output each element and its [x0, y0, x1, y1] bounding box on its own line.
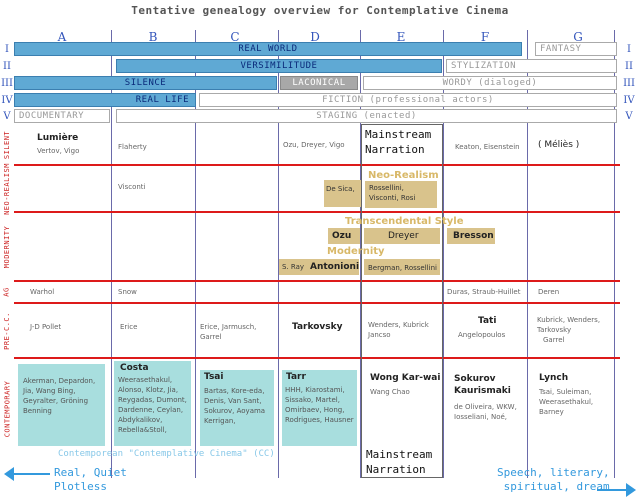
- band-silence: SILENCE: [14, 76, 277, 90]
- director-tarr: Tarr: [286, 372, 306, 382]
- director-erice: Erice: [120, 323, 138, 331]
- director-wenders-kubrick-jancso: Wenders, Kubrick Jancso: [368, 321, 429, 339]
- row-numeral-right: III: [623, 78, 635, 89]
- row-numeral-left: II: [3, 61, 11, 72]
- period-divider: [14, 164, 620, 166]
- mainstream-label-top: Mainstream Narration: [365, 128, 432, 156]
- row-numeral-left: I: [5, 44, 9, 55]
- director-dreyer: Dreyer: [388, 231, 419, 241]
- period-divider: [14, 357, 620, 359]
- mainstream-label-bottom: Mainstream Narration: [366, 448, 433, 476]
- period-divider: [14, 211, 620, 213]
- movement-label-neo-realism: Neo-Realism: [368, 170, 439, 181]
- director-vertov-vigo: Vertov, Vigo: [37, 147, 80, 155]
- director-melies: ( Méliès ): [538, 140, 580, 150]
- directors-contemporary-b: Weerasethakul, Alonso, Klotz, Jia, Reyga…: [118, 376, 187, 434]
- label-real-quiet-plotless: Real, Quiet Plotless: [54, 466, 127, 493]
- movement-label-modernity: Modernity: [327, 246, 385, 257]
- row-label-silent: SILENT: [3, 130, 12, 160]
- row-numeral-left: III: [1, 78, 13, 89]
- row-label-neo-realism: NEO-REALISM: [3, 162, 12, 215]
- director-wang-chao: Wang Chao: [370, 388, 410, 396]
- directors-contemporary-g: Tsai, Suleiman, Weerasethakul, Barney: [539, 388, 594, 416]
- director-tsai: Tsai: [204, 372, 224, 382]
- band-real-world: REAL WORLD: [14, 42, 522, 56]
- director-lynch: Lynch: [539, 373, 569, 383]
- arrow-right-icon: [626, 483, 636, 497]
- director-visconti: Visconti: [118, 183, 146, 191]
- band-real-life: REAL LIFE: [14, 93, 196, 107]
- director-lumiere: Lumière: [37, 133, 79, 143]
- row-numeral-left: V: [3, 111, 11, 122]
- directors-contemporary-d: HHH, Kiarostami, Sissako, Martel, Omirba…: [285, 386, 354, 424]
- arrow-left-icon: [4, 467, 14, 481]
- director-tarkovsky: Tarkovsky: [292, 322, 343, 332]
- directors-contemporary-c: Bartas, Kore-eda, Denis, Van Sant, Sokur…: [204, 387, 266, 425]
- band-wordy: WORDY (dialoged): [363, 76, 617, 90]
- label-speech-literary: Speech, literary, spiritual, dream: [497, 466, 610, 493]
- row-label-pre-cc: PRE-C.C.: [3, 311, 11, 350]
- director-sokurov-kaurismaki: Sokurov Kaurismaki: [454, 374, 511, 396]
- row-label-ag: AG: [3, 287, 11, 297]
- director-wong-kar-wai: Wong Kar-wai: [370, 373, 441, 383]
- movement-label-transcendental: Transcendental Style: [345, 216, 464, 227]
- row-numeral-right: V: [625, 111, 633, 122]
- band-staging: STAGING (enacted): [116, 109, 617, 123]
- diagram-title: Tentative genealogy overview for Contemp…: [131, 4, 509, 17]
- director-erice-jarmusch-garrel: Erice, Jarmusch, Garrel: [200, 323, 257, 341]
- row-numeral-right: II: [625, 61, 633, 72]
- contemplative-cinema-label: Contemporean "Contemplative Cinema" (CC): [58, 449, 275, 459]
- band-documentary: DOCUMENTARY: [14, 109, 110, 123]
- arrow-left-line: [10, 473, 50, 475]
- director-warhol: Warhol: [30, 288, 55, 296]
- director-antonioni: Antonioni: [310, 262, 360, 272]
- band-laconical: LACONICAL: [280, 76, 358, 90]
- row-label-modernity: MODERNITY: [3, 225, 11, 268]
- director-jd-pollet: J-D Pollet: [30, 323, 62, 331]
- band-fiction: FICTION (professional actors): [199, 93, 617, 107]
- director-flaherty: Flaherty: [118, 143, 147, 151]
- band-versimilitude: VERSIMILITUDE: [116, 59, 442, 73]
- period-divider: [14, 302, 620, 304]
- row-numeral-right: IV: [623, 95, 635, 106]
- row-numeral-left: IV: [1, 95, 13, 106]
- director-keaton-eisenstein: Keaton, Eisenstein: [455, 143, 520, 151]
- director-tati: Tati: [478, 316, 497, 326]
- director-s-ray: S. Ray: [282, 263, 305, 271]
- arrow-right-line: [597, 489, 627, 491]
- row-label-contemporary: CONTEMPORARY: [3, 380, 12, 438]
- director-ozu: Ozu: [332, 231, 352, 241]
- director-duras-straub-huillet: Duras, Straub-Huillet: [447, 288, 521, 296]
- director-bresson: Bresson: [453, 231, 494, 241]
- directors-contemporary-a: Akerman, Depardon, Jia, Wang Bing, Geyra…: [23, 377, 96, 415]
- director-angelopoulos: Angelopoulos: [458, 331, 506, 339]
- director-de-sica: De Sica,: [326, 185, 355, 193]
- director-rossellini-visconti-rosi: Rossellini, Visconti, Rosi: [369, 184, 416, 202]
- director-snow: Snow: [118, 288, 137, 296]
- director-ozu-dreyer-vigo: Ozu, Dreyer, Vigo: [283, 141, 345, 149]
- director-costa: Costa: [120, 363, 149, 373]
- row-numeral-right: I: [627, 44, 631, 55]
- band-fantasy: FANTASY: [535, 42, 617, 56]
- period-divider: [14, 280, 620, 282]
- directors-contemporary-f: de Oliveira, WKW, Iosseliani, Noé,: [454, 403, 517, 421]
- director-bergman-rossellini: Bergman, Rossellini: [368, 264, 437, 272]
- band-stylization: STYLIZATION: [446, 59, 617, 73]
- director-deren: Deren: [538, 288, 560, 296]
- director-kubrick-wenders-tarkovsky-garrel: Kubrick, Wenders, Tarkovsky Garrel: [537, 316, 601, 344]
